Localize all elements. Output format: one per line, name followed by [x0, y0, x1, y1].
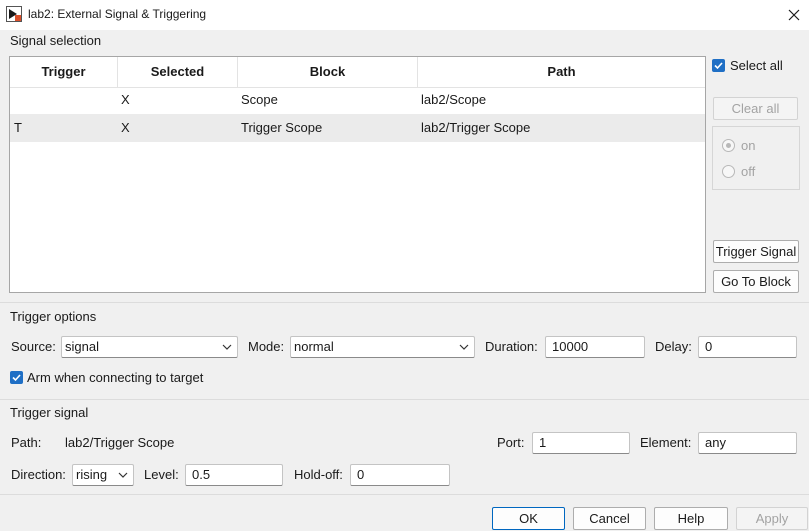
arm-label[interactable]: Arm when connecting to target: [27, 370, 203, 385]
element-field[interactable]: any: [698, 432, 797, 454]
trigger-options-label: Trigger options: [10, 309, 97, 324]
radio-off[interactable]: [722, 165, 735, 178]
source-select[interactable]: signal: [61, 336, 238, 358]
holdoff-label: Hold-off:: [294, 467, 343, 482]
app-icon: [6, 6, 22, 22]
table-row[interactable]: X Scope lab2/Scope: [10, 86, 705, 114]
go-to-block-button[interactable]: Go To Block: [713, 270, 799, 293]
section-divider: [0, 399, 809, 400]
direction-label: Direction:: [11, 467, 66, 482]
path-value: lab2/Trigger Scope: [65, 435, 175, 450]
source-value: signal: [65, 339, 99, 354]
help-button[interactable]: Help: [654, 507, 728, 530]
mode-label: Mode:: [248, 339, 285, 354]
table-row[interactable]: T X Trigger Scope lab2/Trigger Scope: [10, 114, 705, 142]
window-title: lab2: External Signal & Triggering: [28, 7, 207, 21]
element-label: Element:: [640, 435, 692, 450]
chevron-down-icon: [459, 344, 469, 350]
column-header-path[interactable]: Path: [418, 57, 705, 87]
arm-checkbox[interactable]: [10, 371, 23, 384]
clear-all-button[interactable]: Clear all: [713, 97, 798, 120]
port-field[interactable]: 1: [532, 432, 630, 454]
row-trigger-cell: T: [14, 120, 22, 135]
checkmark-icon: [12, 374, 21, 382]
section-divider: [0, 302, 809, 303]
column-header-trigger[interactable]: Trigger: [10, 57, 118, 87]
duration-label: Duration:: [485, 339, 538, 354]
section-divider: [0, 494, 809, 495]
checkmark-icon: [714, 62, 723, 70]
trigger-radio-group: [712, 126, 800, 190]
level-field[interactable]: 0.5: [185, 464, 283, 486]
trigger-signal-label: Trigger signal: [10, 405, 89, 420]
select-all-label[interactable]: Select all: [730, 58, 783, 73]
radio-off-label: off: [741, 164, 756, 179]
row-path-cell: lab2/Trigger Scope: [421, 120, 531, 135]
holdoff-field[interactable]: 0: [350, 464, 450, 486]
signal-selection-label: Signal selection: [10, 33, 102, 48]
path-label: Path:: [11, 435, 42, 450]
level-label: Level:: [144, 467, 179, 482]
row-block-cell: Scope: [241, 92, 278, 107]
column-header-block[interactable]: Block: [238, 57, 418, 87]
signal-table[interactable]: Trigger Selected Block Path X Scope lab2…: [9, 56, 706, 293]
row-block-cell: Trigger Scope: [241, 120, 323, 135]
source-label: Source:: [11, 339, 56, 354]
close-icon[interactable]: [780, 1, 808, 29]
direction-select[interactable]: rising: [72, 464, 134, 486]
port-label: Port:: [497, 435, 525, 450]
cancel-button[interactable]: Cancel: [573, 507, 646, 530]
duration-field[interactable]: 10000: [545, 336, 645, 358]
ok-button[interactable]: OK: [492, 507, 565, 530]
delay-field[interactable]: 0: [698, 336, 797, 358]
row-path-cell: lab2/Scope: [421, 92, 487, 107]
radio-on[interactable]: [722, 139, 735, 152]
mode-value: normal: [294, 339, 334, 354]
delay-label: Delay:: [655, 339, 692, 354]
select-all-checkbox[interactable]: [712, 59, 725, 72]
trigger-signal-button[interactable]: Trigger Signal: [713, 240, 799, 263]
row-selected-cell: X: [121, 120, 130, 135]
apply-button[interactable]: Apply: [736, 507, 808, 530]
direction-value: rising: [76, 467, 108, 482]
column-header-selected[interactable]: Selected: [118, 57, 238, 87]
row-selected-cell: X: [121, 92, 130, 107]
radio-on-label: on: [741, 138, 756, 153]
chevron-down-icon: [118, 472, 128, 478]
chevron-down-icon: [222, 344, 232, 350]
mode-select[interactable]: normal: [290, 336, 475, 358]
